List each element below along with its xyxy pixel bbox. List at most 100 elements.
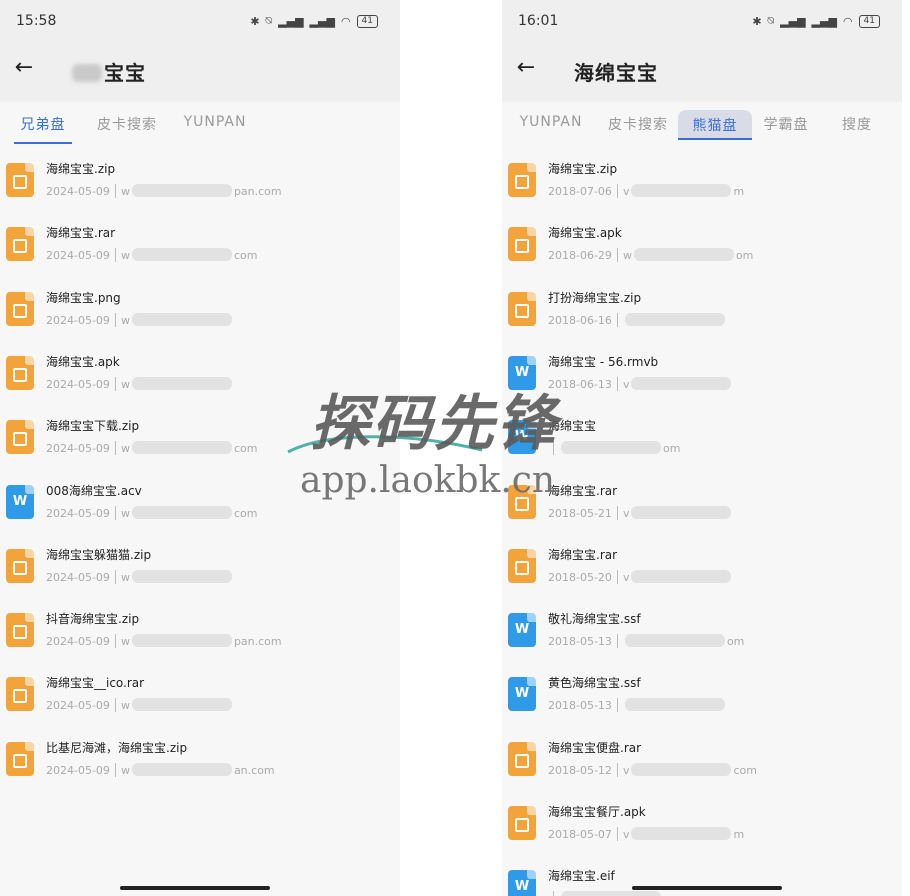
back-arrow-icon[interactable]: ← — [10, 54, 38, 82]
file-row[interactable]: W 海绵宝宝 - 56.rmvb 2018-06-13 v — [502, 350, 902, 414]
blurred-text — [72, 64, 102, 82]
bluetooth-icon: ✱ — [752, 14, 762, 28]
tab-1[interactable]: 皮卡搜索 — [92, 114, 162, 144]
archive-file-icon — [508, 227, 536, 262]
doc-glyph: W — [514, 429, 530, 445]
tab-0[interactable]: YUNPAN — [516, 114, 586, 144]
meta-divider — [114, 248, 116, 263]
file-row[interactable]: W 008海绵宝宝.acv 2024-05-09 w com — [0, 479, 400, 543]
file-name: 海绵宝宝.png — [46, 290, 121, 305]
document-file-icon: W — [508, 677, 536, 712]
file-corner-fold — [25, 163, 34, 172]
file-source-suffix: com — [233, 249, 258, 263]
file-source-prefix: w — [120, 699, 130, 713]
file-row[interactable]: 海绵宝宝.rar 2018-05-21 v — [502, 479, 902, 543]
file-row[interactable]: W 海绵宝宝.eif — [502, 864, 902, 896]
tab-4[interactable]: 搜度 — [832, 114, 882, 144]
file-source-prefix: w — [120, 377, 130, 391]
redacted-source — [131, 634, 232, 648]
file-name: 海绵宝宝.apk — [46, 354, 120, 369]
redacted-source — [131, 312, 232, 326]
file-meta: om — [548, 441, 680, 456]
file-meta: 2018-05-13 om — [548, 634, 744, 649]
file-source-prefix: v — [622, 185, 630, 198]
meta-divider — [616, 827, 618, 841]
file-source-prefix: w — [622, 249, 632, 263]
file-meta: 2018-05-21 v — [548, 505, 733, 520]
tab-0[interactable]: 兄弟盘 — [14, 114, 72, 144]
file-name: 海绵宝宝.rar — [548, 547, 618, 562]
mute-icon: ⍉ — [265, 14, 273, 27]
archive-glyph — [13, 175, 27, 189]
file-corner-fold — [527, 163, 536, 172]
tab-indicator — [678, 138, 752, 140]
tab-1[interactable]: 皮卡搜索 — [602, 114, 674, 144]
file-row[interactable]: 海绵宝宝便盘.rar 2018-05-12 v com — [502, 736, 902, 800]
file-date: 2024-05-09 — [46, 699, 110, 713]
file-meta: 2018-05-12 v com — [548, 762, 757, 777]
archive-file-icon — [508, 806, 536, 840]
file-name: 海绵宝宝下载.zip — [46, 419, 140, 434]
file-meta: 2024-05-09 w — [46, 698, 234, 713]
file-row[interactable]: W 敬礼海绵宝宝.ssf 2018-05-13 om — [502, 607, 902, 671]
file-corner-fold — [527, 741, 536, 751]
meta-divider — [616, 569, 618, 584]
tab-3[interactable]: 学霸盘 — [758, 114, 814, 144]
home-indicator — [632, 886, 782, 890]
redacted-source — [131, 376, 232, 390]
archive-glyph — [13, 303, 27, 318]
file-name: 海绵宝宝.rar — [46, 226, 116, 241]
file-source-suffix: pan.com — [233, 635, 282, 649]
archive-file-icon — [6, 548, 34, 583]
archive-glyph — [515, 753, 529, 768]
file-row[interactable]: 海绵宝宝__ico.rar 2024-05-09 w — [0, 671, 400, 735]
file-meta: 2024-05-09 w com — [46, 505, 257, 520]
file-row[interactable]: 海绵宝宝餐厅.apk 2018-05-07 v m — [502, 800, 902, 864]
file-row[interactable]: 海绵宝宝躲猫猫.zip 2024-05-09 w — [0, 543, 400, 607]
file-corner-fold — [527, 484, 536, 494]
back-arrow-icon[interactable]: ← — [512, 54, 540, 82]
source-tabs: 兄弟盘 皮卡搜索 YUNPAN — [0, 106, 400, 146]
archive-glyph — [13, 753, 27, 768]
file-row[interactable]: 海绵宝宝.apk 2018-06-29 w om — [502, 221, 902, 285]
tab-2[interactable]: 熊猫盘 — [678, 110, 752, 140]
tab-label: 学霸盘 — [763, 117, 809, 133]
file-row[interactable]: 海绵宝宝.zip 2024-05-09 w pan.com — [0, 157, 400, 221]
archive-glyph — [13, 432, 27, 447]
file-corner-fold — [25, 741, 34, 751]
file-row[interactable]: W 海绵宝宝 om — [502, 414, 902, 478]
archive-file-icon — [6, 355, 34, 390]
file-date: 2024-05-09 — [46, 377, 110, 391]
file-date: 2018-06-29 — [548, 249, 612, 263]
tab-2[interactable]: YUNPAN — [178, 114, 252, 144]
archive-glyph — [515, 239, 529, 254]
tab-label: 皮卡搜索 — [97, 117, 157, 133]
status-time: 15:58 — [16, 13, 57, 29]
redacted-source — [561, 441, 661, 455]
meta-divider — [553, 441, 554, 456]
page-title-text: 宝宝 — [104, 61, 146, 85]
meta-divider — [616, 698, 618, 713]
file-row[interactable]: W 黄色海绵宝宝.ssf 2018-05-13 — [502, 671, 902, 735]
redacted-source — [131, 248, 232, 262]
file-row[interactable]: 海绵宝宝.png 2024-05-09 w — [0, 286, 400, 350]
file-source-prefix: w — [120, 635, 130, 649]
file-row[interactable]: 海绵宝宝.rar 2018-05-20 v — [502, 543, 902, 607]
file-row[interactable]: 海绵宝宝.zip 2018-07-06 v m — [502, 157, 902, 221]
file-row[interactable]: 打扮海绵宝宝.zip 2018-06-16 — [502, 286, 902, 350]
file-row[interactable]: 海绵宝宝.apk 2024-05-09 w — [0, 350, 400, 414]
file-date: 2024-05-09 — [46, 506, 110, 520]
file-name: 008海绵宝宝.acv — [46, 483, 142, 498]
archive-file-icon — [6, 420, 34, 455]
file-source-prefix: w — [120, 570, 130, 584]
document-file-icon: W — [508, 420, 536, 455]
file-row[interactable]: 海绵宝宝下载.zip 2024-05-09 w com — [0, 414, 400, 478]
meta-divider — [616, 376, 618, 391]
file-row[interactable]: 比基尼海滩，海绵宝宝.zip 2024-05-09 w an.com — [0, 736, 400, 800]
document-file-icon: W — [508, 355, 536, 390]
meta-divider — [114, 569, 116, 584]
archive-glyph — [13, 625, 27, 640]
file-meta: 2024-05-09 w pan.com — [46, 184, 282, 198]
file-row[interactable]: 海绵宝宝.rar 2024-05-09 w com — [0, 221, 400, 285]
file-row[interactable]: 抖音海绵宝宝.zip 2024-05-09 w pan.com — [0, 607, 400, 671]
